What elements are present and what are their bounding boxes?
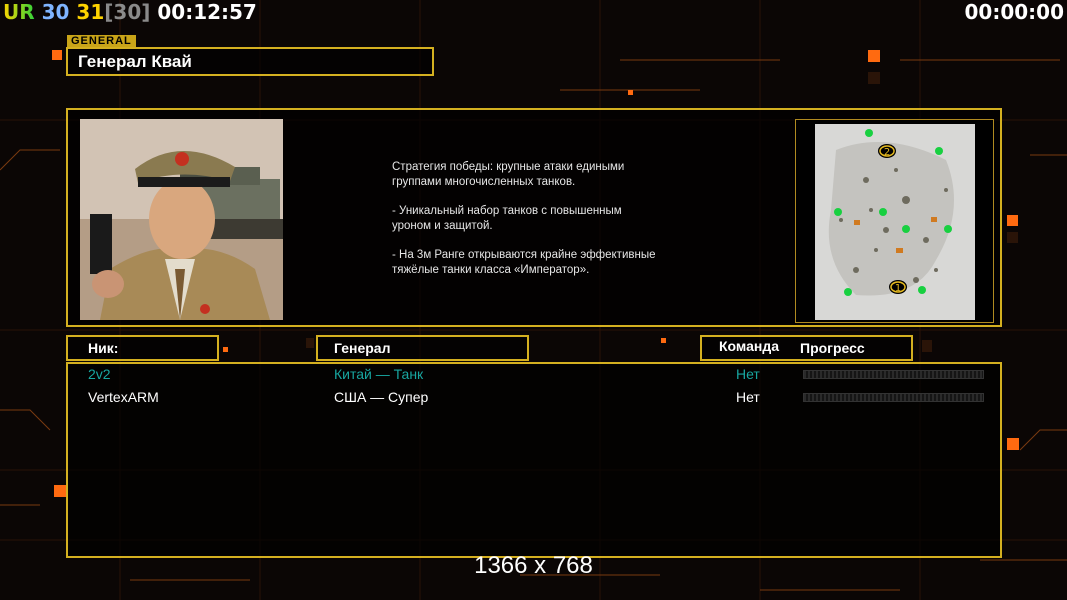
player-team: Нет xyxy=(736,366,760,382)
player-row[interactable]: 2v2 Китай — Танк Нет xyxy=(68,366,1000,384)
game-time: 00:12:57 xyxy=(157,0,257,24)
minimap-image: 2 1 xyxy=(796,120,993,322)
svg-text:1: 1 xyxy=(895,283,901,294)
minimap-slot-2: 2 xyxy=(878,144,896,158)
header-nick-label: Ник: xyxy=(88,340,119,356)
header-nick: Ник: xyxy=(66,335,219,361)
general-title-box: Генерал Квай xyxy=(66,47,434,76)
player-row[interactable]: VertexARM США — Супер Нет xyxy=(68,389,1000,407)
minimap[interactable]: 2 1 xyxy=(795,119,994,323)
resolution-label: 1366 x 768 xyxy=(474,552,593,579)
general-tag: GENERAL xyxy=(67,35,136,47)
player-general: Китай — Танк xyxy=(334,366,424,382)
fps-c: [30] xyxy=(104,0,151,24)
fps-b: 31 xyxy=(76,0,105,24)
svg-text:2: 2 xyxy=(884,147,890,158)
player-progress-bar xyxy=(803,370,984,379)
description-line-3: - На 3м Ранге открываются крайне эффекти… xyxy=(392,249,656,276)
players-list: 2v2 Китай — Танк Нет VertexARM США — Суп… xyxy=(66,362,1002,558)
player-nick: 2v2 xyxy=(88,366,111,382)
header-general-label: Генерал xyxy=(334,340,391,356)
header-team-progress: Команда Прогресс xyxy=(700,335,913,361)
description-line-1: Стратегия победы: крупные атаки едиными … xyxy=(392,161,625,188)
general-portrait xyxy=(80,119,283,320)
ur-label: UR xyxy=(3,0,35,24)
hud-stats: UR 30 31[30] 00:12:57 xyxy=(3,0,257,24)
header-general: Генерал xyxy=(316,335,529,361)
fps-a: 30 xyxy=(41,0,70,24)
general-name: Генерал Квай xyxy=(78,52,192,71)
general-description: Стратегия победы: крупные атаки едиными … xyxy=(392,160,722,292)
player-general: США — Супер xyxy=(334,389,429,405)
general-portrait-image xyxy=(80,119,283,320)
description-line-2: - Уникальный набор танков с повышенным у… xyxy=(392,205,622,232)
player-team: Нет xyxy=(736,389,760,405)
header-team-label: Команда xyxy=(719,338,779,354)
player-nick: VertexARM xyxy=(88,389,159,405)
general-info-panel: Стратегия победы: крупные атаки едиными … xyxy=(66,108,1002,327)
header-progress-label: Прогресс xyxy=(800,340,865,356)
player-progress-bar xyxy=(803,393,984,402)
minimap-slot-1: 1 xyxy=(889,280,907,294)
hud-timer-right: 00:00:00 xyxy=(964,0,1065,24)
